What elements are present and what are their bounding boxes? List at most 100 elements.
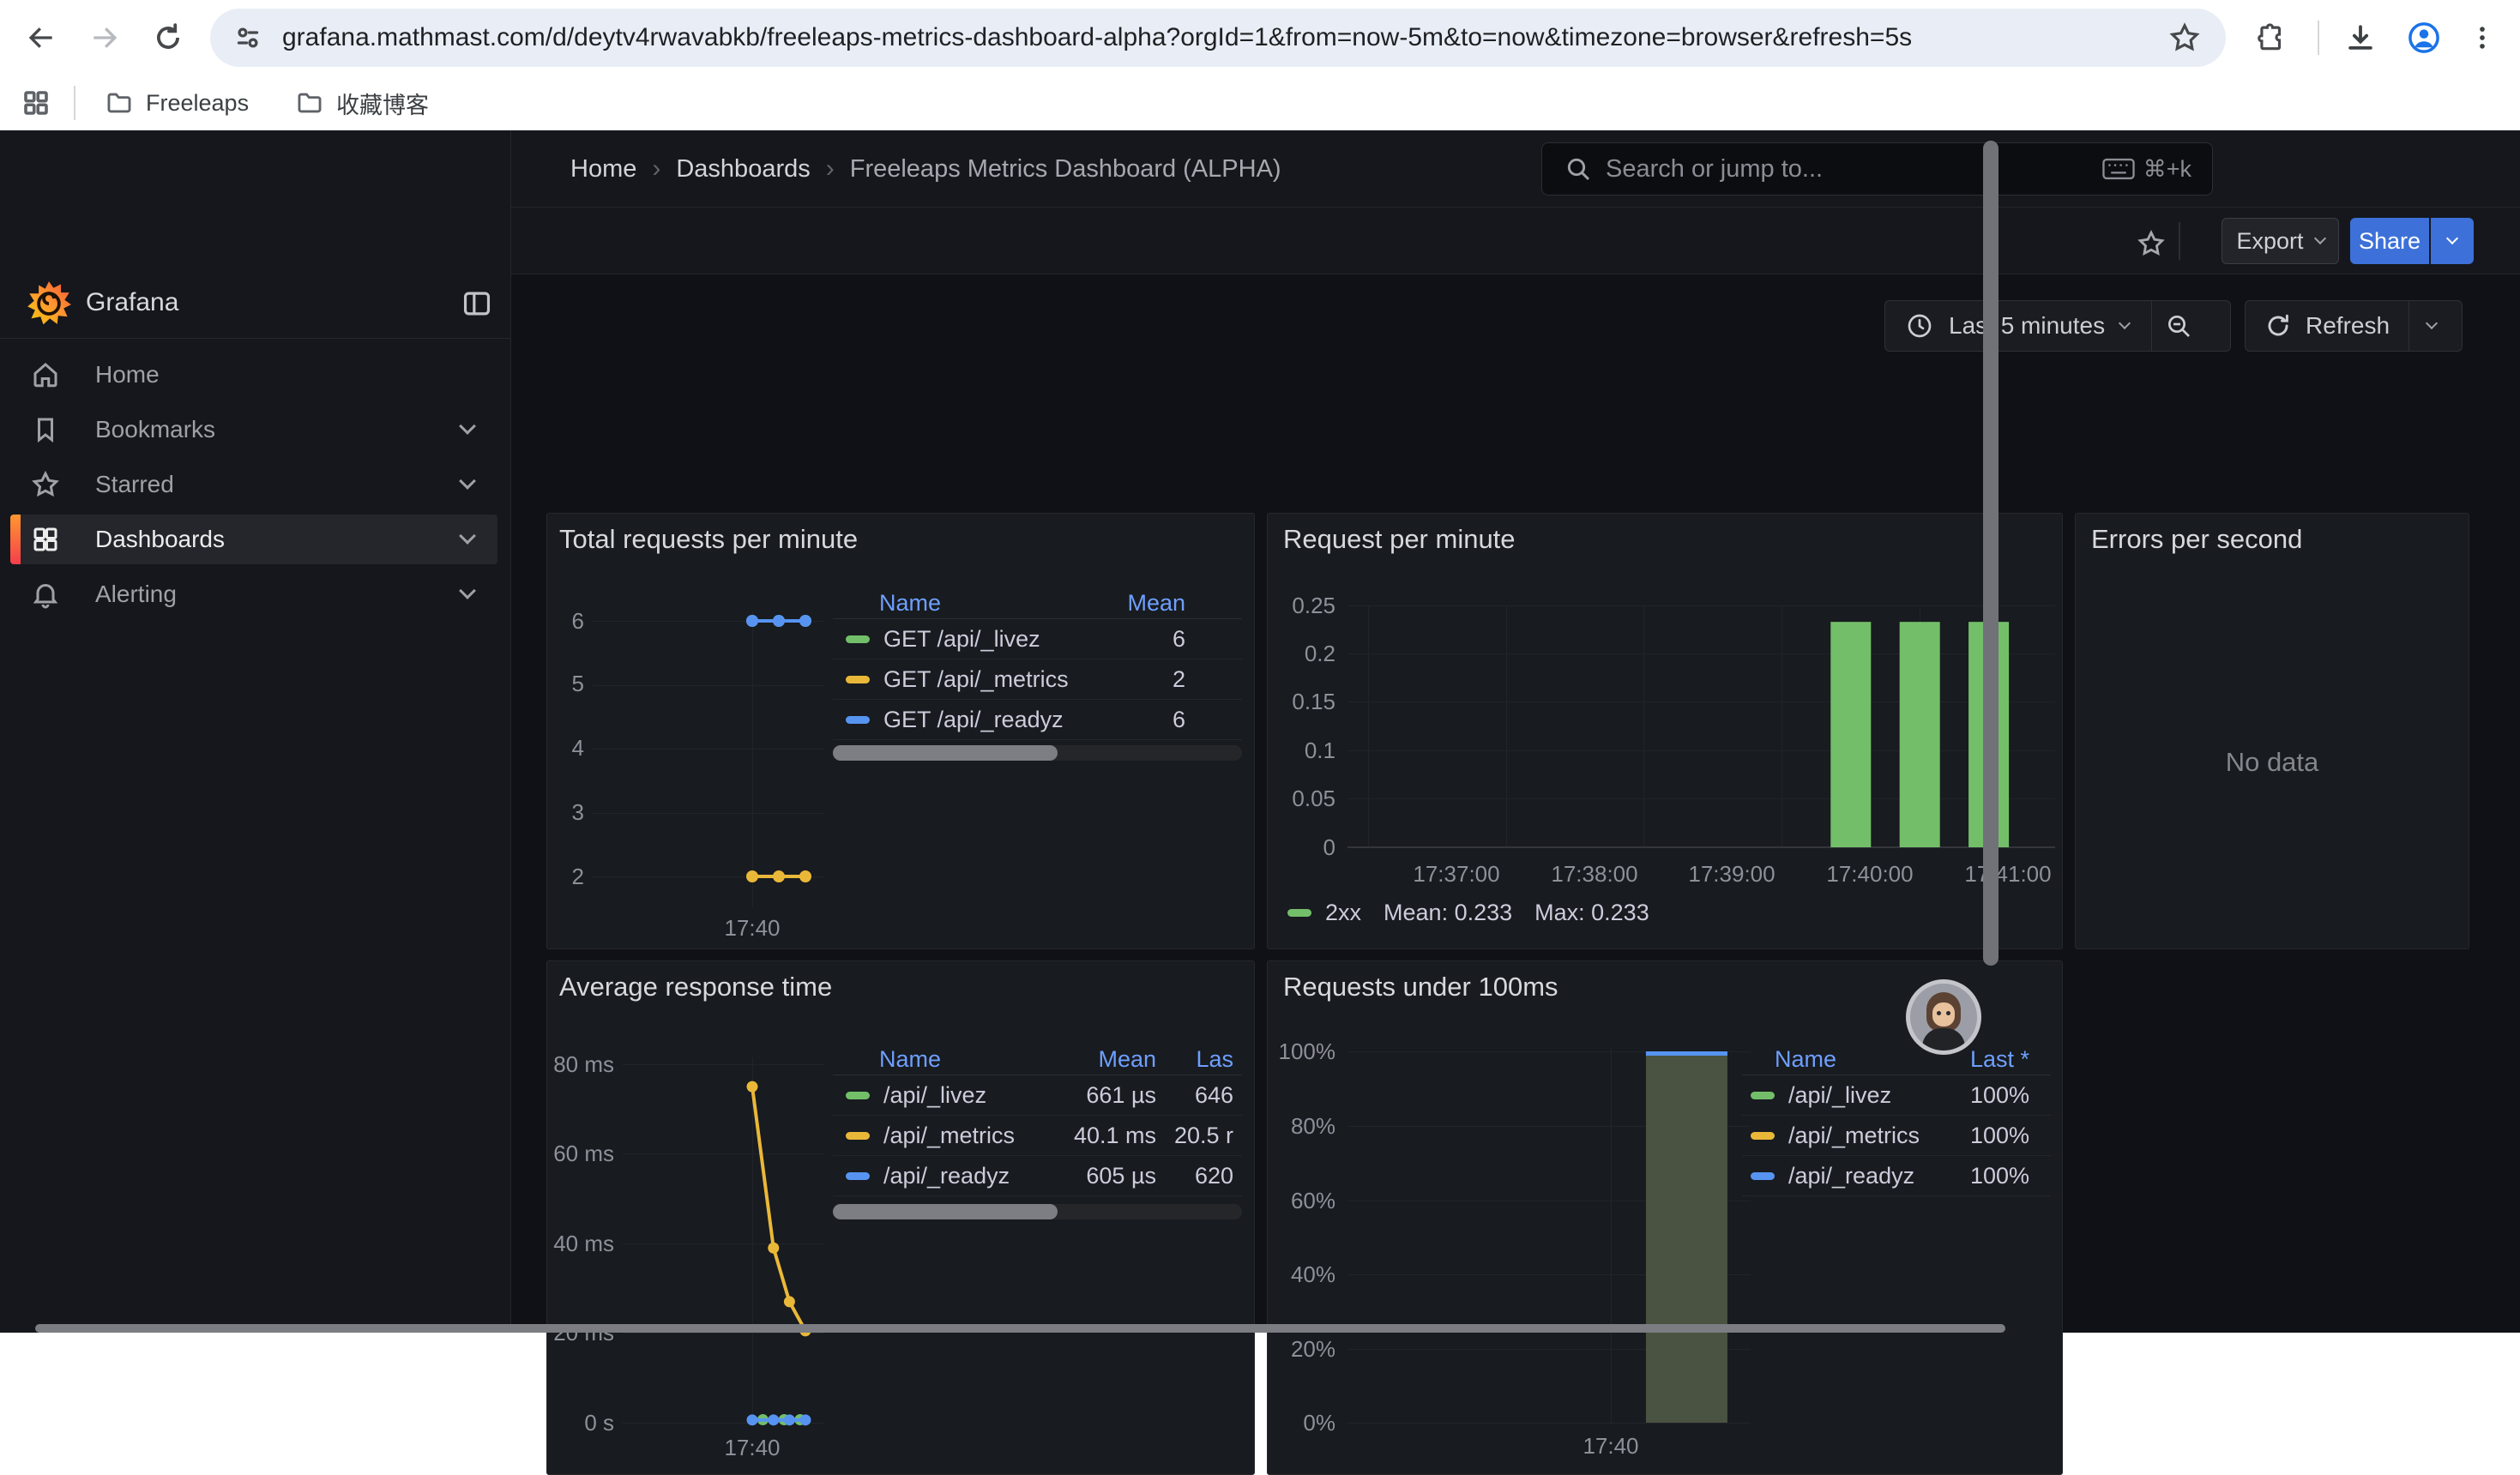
search-placeholder: Search or jump to...: [1606, 155, 2102, 184]
page-scrollbar-horizontal[interactable]: [35, 1324, 2005, 1333]
refresh-button[interactable]: Refresh: [2245, 300, 2463, 352]
panel-errors-per-second[interactable]: Errors per second No data: [2075, 513, 2469, 949]
series-name[interactable]: 2xx: [1325, 900, 1361, 926]
legend-table: Name Last * /api/_livez 100% /api/_metri…: [1742, 1045, 2051, 1196]
legend-row[interactable]: /api/_metrics 40.1 ms 20.5 r: [833, 1116, 1242, 1156]
legend-header-last[interactable]: Las: [1156, 1046, 1242, 1073]
bookmark-folder-blogs[interactable]: 收藏博客: [295, 84, 429, 122]
toolbar-divider: [2318, 21, 2319, 55]
breadcrumb-home[interactable]: Home: [570, 155, 636, 184]
legend-row[interactable]: GET /api/_metrics 2: [833, 659, 1242, 700]
dashboard-subheader: Export Share: [511, 208, 2520, 274]
legend-header-name[interactable]: Name: [879, 1046, 1053, 1073]
zoom-out-icon[interactable]: [2152, 307, 2205, 345]
sidebar-toggle-icon[interactable]: [458, 285, 496, 322]
panel-avg-response-time[interactable]: Average response time 80 ms 60 ms 40 ms …: [546, 960, 1255, 1475]
browser-menu-icon[interactable]: [2463, 19, 2501, 57]
sidebar-item-label: Starred: [95, 471, 174, 498]
share-button[interactable]: Share: [2350, 218, 2429, 264]
search-input[interactable]: Search or jump to... ⌘+k: [1541, 142, 2213, 196]
sidebar-item-alerting[interactable]: Alerting: [10, 569, 497, 619]
y-tick: 4: [547, 735, 584, 761]
series-mean: 605 µs: [1053, 1163, 1156, 1189]
y-tick: 40%: [1268, 1261, 1335, 1287]
back-icon[interactable]: [22, 19, 60, 57]
legend-scrollbar[interactable]: [833, 1204, 1242, 1219]
series-color-pill: [846, 1172, 870, 1180]
breadcrumb-dashboards[interactable]: Dashboards: [676, 155, 810, 184]
breadcrumb: Home › Dashboards › Freeleaps Metrics Da…: [570, 154, 1281, 184]
sidebar-item-starred[interactable]: Starred: [10, 460, 497, 509]
x-tick: 17:39:00: [1663, 861, 1800, 887]
panel-title: Request per minute: [1283, 524, 1516, 555]
legend-row[interactable]: /api/_livez 100%: [1742, 1075, 2051, 1116]
y-tick: 100%: [1268, 1039, 1335, 1064]
breadcrumb-current: Freeleaps Metrics Dashboard (ALPHA): [850, 155, 1281, 184]
legend-row[interactable]: /api/_livez 661 µs 646: [833, 1075, 1242, 1116]
series-name: /api/_metrics: [1788, 1123, 1948, 1149]
legend-header-mean[interactable]: Mean: [1082, 590, 1185, 617]
downloads-icon[interactable]: [2342, 19, 2379, 57]
breadcrumb-separator: ›: [652, 154, 660, 184]
y-tick: 5: [547, 671, 584, 696]
folder-icon: [295, 88, 324, 117]
series-color-pill: [1287, 909, 1311, 917]
legend-header-mean[interactable]: Mean: [1053, 1046, 1156, 1073]
extensions-icon[interactable]: [2252, 19, 2290, 57]
series-last: 20.5 r: [1156, 1123, 1242, 1149]
legend-row[interactable]: /api/_metrics 100%: [1742, 1116, 2051, 1156]
legend-row[interactable]: GET /api/_readyz 6: [833, 700, 1242, 740]
panel-total-requests[interactable]: Total requests per minute 6 5 4 3 2 17:4…: [546, 513, 1255, 949]
chart-plot[interactable]: [593, 611, 824, 907]
legend-scrollbar[interactable]: [833, 745, 1242, 761]
y-tick: 3: [547, 799, 584, 825]
sidebar-item-label: Dashboards: [95, 526, 225, 553]
chart-plot[interactable]: [1347, 1047, 1751, 1423]
share-label: Share: [2359, 228, 2421, 255]
sidebar-item-bookmarks[interactable]: Bookmarks: [10, 405, 497, 455]
y-tick: 0.05: [1268, 786, 1335, 811]
folder-icon: [105, 88, 134, 117]
sidebar-item-home[interactable]: Home: [10, 350, 497, 400]
legend-header-name[interactable]: Name: [879, 590, 1082, 617]
no-data-message: No data: [2076, 747, 2469, 778]
site-settings-icon[interactable]: [229, 19, 267, 57]
export-button[interactable]: Export: [2222, 218, 2339, 264]
panel-title: Errors per second: [2091, 524, 2302, 555]
favorite-star-icon[interactable]: [2132, 225, 2170, 262]
refresh-interval-chevron[interactable]: [2409, 307, 2454, 345]
profile-icon[interactable]: [2405, 19, 2443, 57]
series-name: GET /api/_livez: [883, 626, 1082, 653]
grafana-logo[interactable]: [26, 280, 72, 326]
y-tick: 60%: [1268, 1188, 1335, 1213]
grafana-app: Grafana Home Bookmarks Starred: [0, 130, 2520, 1333]
legend-row[interactable]: /api/_readyz 605 µs 620: [833, 1156, 1242, 1196]
chevron-down-icon: [2119, 317, 2131, 329]
apps-grid-icon[interactable]: [17, 84, 55, 122]
bookmark-star-icon[interactable]: [2166, 19, 2203, 57]
forward-icon[interactable]: [86, 19, 124, 57]
sidebar-item-dashboards[interactable]: Dashboards: [10, 515, 497, 564]
bookmark-folder-freeleaps[interactable]: Freeleaps: [105, 84, 249, 122]
floating-avatar[interactable]: [1906, 979, 1981, 1055]
y-tick: 6: [547, 608, 584, 634]
url-bar[interactable]: grafana.mathmast.com/d/deytv4rwavabkb/fr…: [210, 9, 2226, 67]
legend-row[interactable]: GET /api/_livez 6: [833, 619, 1242, 659]
sidebar: Grafana Home Bookmarks Starred: [0, 130, 511, 1333]
series-color-pill: [846, 1132, 870, 1140]
chart-plot[interactable]: [623, 1057, 824, 1426]
reload-icon[interactable]: [149, 19, 187, 57]
share-menu-button[interactable]: [2431, 218, 2474, 264]
panel-request-per-minute[interactable]: Request per minute 0.25 0.2 0.15 0.1 0.0…: [1267, 513, 2063, 949]
legend-row[interactable]: /api/_readyz 100%: [1742, 1156, 2051, 1196]
keyboard-icon: [2102, 156, 2135, 182]
series-mean: Mean: 0.233: [1384, 900, 1512, 926]
y-tick: 20%: [1268, 1336, 1335, 1362]
search-icon: [1564, 155, 1592, 183]
y-tick: 0%: [1268, 1410, 1335, 1436]
chart-plot[interactable]: [1347, 605, 2055, 847]
brand-title: Grafana: [86, 288, 178, 317]
time-range-picker[interactable]: Last 5 minutes: [1884, 300, 2231, 352]
page-scrollbar-vertical[interactable]: [1983, 141, 1999, 966]
series-mean: 6: [1082, 707, 1185, 733]
